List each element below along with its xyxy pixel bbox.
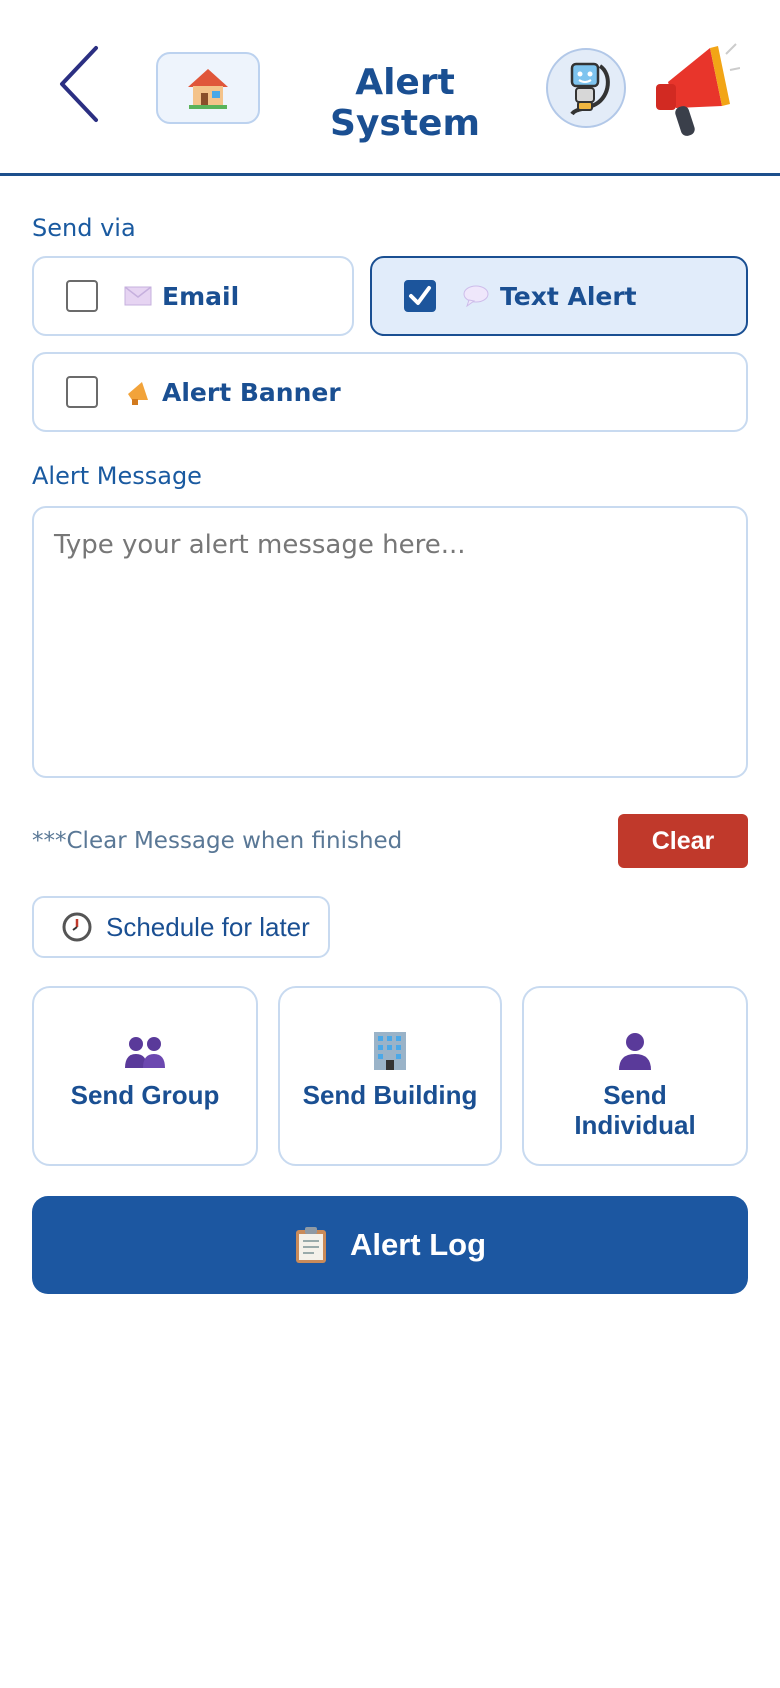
send-building-button[interactable]: Send Building (278, 986, 502, 1166)
option-email[interactable]: Email (32, 256, 354, 336)
back-button[interactable] (56, 44, 106, 124)
group-icon (125, 1037, 165, 1068)
person-icon (619, 1033, 651, 1070)
alert-banner-checkbox[interactable] (66, 376, 98, 408)
clear-button[interactable]: Clear (618, 814, 748, 868)
megaphone-icon (124, 378, 152, 406)
send-individual-label: Send Individual (574, 1080, 696, 1140)
alert-banner-label: Alert Banner (162, 377, 341, 407)
app-header: Alert System (0, 0, 780, 176)
alert-log-button[interactable]: Alert Log (32, 1196, 748, 1294)
text-alert-checkbox[interactable] (404, 280, 436, 312)
option-text-alert[interactable]: Text Alert (370, 256, 748, 336)
email-label: Email (162, 281, 240, 311)
send-group-button[interactable]: Send Group (32, 986, 258, 1166)
speech-bubble-icon (462, 282, 490, 310)
home-button[interactable] (156, 52, 260, 124)
text-alert-label: Text Alert (500, 281, 637, 311)
schedule-later-button[interactable]: Schedule for later (32, 896, 330, 958)
schedule-label: Schedule for later (106, 911, 310, 942)
clipboard-icon (295, 1227, 326, 1263)
send-group-label: Send Group (70, 1080, 220, 1110)
send-building-label: Send Building (302, 1080, 478, 1110)
chevron-left-icon (60, 46, 98, 122)
alert-message-label: Alert Message (32, 462, 202, 490)
building-icon (374, 1032, 406, 1070)
clock-icon (62, 912, 92, 942)
check-icon (409, 286, 431, 305)
clear-hint: ***Clear Message when finished (32, 828, 403, 854)
send-via-label: Send via (32, 214, 136, 242)
page-title: Alert System (330, 62, 480, 144)
house-icon (188, 69, 228, 109)
robot-icon (570, 62, 610, 116)
megaphone-icon (648, 34, 741, 144)
envelope-icon (124, 282, 152, 310)
alert-message-input[interactable] (32, 506, 748, 778)
assistant-bot-button[interactable] (546, 48, 626, 128)
alert-log-label: Alert Log (349, 1227, 487, 1262)
email-checkbox[interactable] (66, 280, 98, 312)
option-alert-banner[interactable]: Alert Banner (32, 352, 748, 432)
send-individual-button[interactable]: Send Individual (522, 986, 748, 1166)
